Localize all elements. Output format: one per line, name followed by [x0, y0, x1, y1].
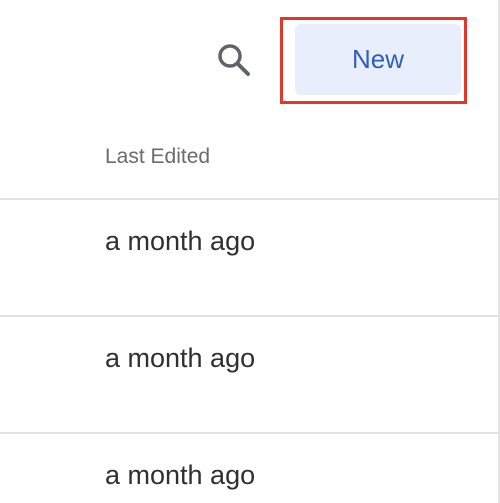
table-row[interactable]: a month ago [0, 317, 498, 432]
new-button[interactable]: New [295, 24, 461, 95]
toolbar: New [0, 0, 500, 112]
search-button[interactable] [212, 38, 256, 82]
table-row[interactable]: a month ago [0, 200, 498, 315]
file-list-panel: New Last Edited a month ago a month ago … [0, 0, 500, 503]
new-button-label: New [351, 44, 404, 74]
column-header-last-edited[interactable]: Last Edited [105, 145, 210, 169]
last-edited-cell: a month ago [105, 343, 256, 373]
search-icon [218, 44, 250, 76]
last-edited-cell: a month ago [105, 226, 256, 256]
table-row[interactable]: a month ago [0, 434, 498, 503]
last-edited-cell: a month ago [105, 460, 256, 490]
